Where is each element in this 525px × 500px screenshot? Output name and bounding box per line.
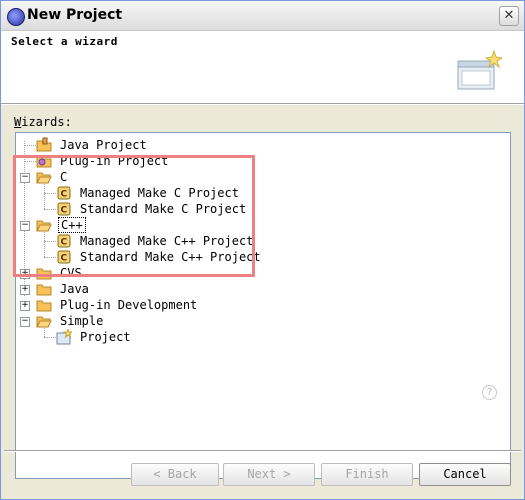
java-project-icon xyxy=(36,137,52,152)
open-folder-icon xyxy=(36,316,52,328)
open-folder-icon xyxy=(36,172,52,184)
cpp-project-icon: C xyxy=(57,250,71,264)
next-button[interactable]: Next > xyxy=(223,463,315,486)
tree-guide-line xyxy=(44,337,56,338)
tree-guide-line xyxy=(44,193,56,194)
expand-plugin-development-toggle[interactable]: + xyxy=(20,301,30,311)
tree-guide-line xyxy=(24,161,36,162)
tree-guide-line xyxy=(44,229,45,257)
cpp-project-icon: C xyxy=(57,234,71,248)
wizards-label: Wizards: xyxy=(14,115,72,129)
expand-cvs-toggle[interactable]: + xyxy=(20,269,30,279)
new-project-icon xyxy=(56,329,72,345)
wizard-content: Wizards: Java Project Plug-in Project − … xyxy=(1,104,524,479)
folder-icon xyxy=(36,300,52,312)
button-separator xyxy=(4,450,521,452)
finish-button[interactable]: Finish xyxy=(321,463,413,486)
title-bar: New Project ✕ xyxy=(1,1,524,31)
tree-guide-line xyxy=(44,181,45,209)
eclipse-icon xyxy=(7,8,25,26)
svg-text:C: C xyxy=(61,190,68,200)
c-project-icon: C xyxy=(57,186,71,200)
close-button[interactable]: ✕ xyxy=(499,6,519,26)
collapse-cpp-toggle[interactable]: − xyxy=(20,221,30,231)
tree-guide-line xyxy=(24,145,36,146)
help-icon[interactable]: ? xyxy=(482,385,497,400)
svg-text:C: C xyxy=(61,206,68,216)
new-project-dialog: New Project ✕ Select a wizard Wizards: J… xyxy=(0,0,525,500)
cancel-button[interactable]: Cancel xyxy=(419,463,511,486)
tree-guide-line xyxy=(44,257,56,258)
wizard-header: Select a wizard xyxy=(1,31,524,104)
expand-java-toggle[interactable]: + xyxy=(20,285,30,295)
open-folder-icon xyxy=(36,220,52,232)
tree-guide-line xyxy=(44,241,56,242)
wizard-tree[interactable]: Java Project Plug-in Project − C C Manag… xyxy=(15,132,511,479)
header-title: Select a wizard xyxy=(11,35,118,48)
tree-guide-line xyxy=(44,209,56,210)
svg-text:C: C xyxy=(61,238,68,248)
window-title: New Project xyxy=(27,7,123,23)
folder-icon xyxy=(36,284,52,296)
back-button[interactable]: < Back xyxy=(131,463,219,486)
collapse-simple-toggle[interactable]: − xyxy=(20,317,30,327)
c-project-icon: C xyxy=(57,202,71,216)
svg-text:C: C xyxy=(61,254,68,264)
plugin-project-icon xyxy=(36,156,52,168)
new-wizard-banner-icon xyxy=(457,49,502,90)
folder-icon xyxy=(36,268,52,280)
collapse-c-toggle[interactable]: − xyxy=(20,173,30,183)
